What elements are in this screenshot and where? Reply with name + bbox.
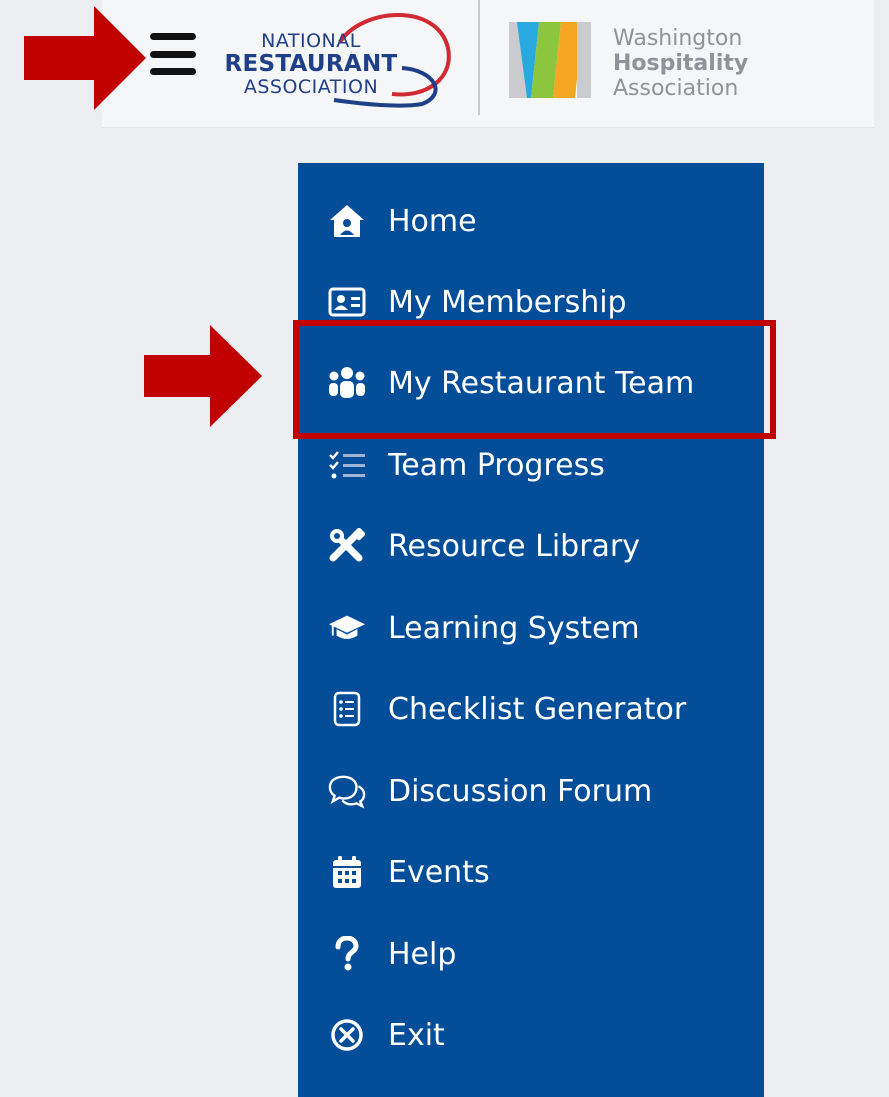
menu-item-my-restaurant-team[interactable]: My Restaurant Team [298, 351, 764, 415]
graduation-cap-icon [328, 609, 366, 647]
nra-logo-line3: ASSOCIATION [243, 76, 379, 98]
menu-item-help[interactable]: Help [298, 922, 764, 986]
logo-divider [478, 0, 480, 115]
menu-item-resource-library[interactable]: Resource Library [298, 514, 764, 578]
menu-item-label: Exit [388, 1017, 445, 1053]
menu-item-label: Discussion Forum [388, 773, 653, 809]
menu-item-checklist-generator[interactable]: Checklist Generator [298, 677, 764, 741]
team-icon [328, 364, 366, 402]
navigation-menu: Home My Membership My Restaurant Team Te… [298, 163, 764, 1097]
id-card-icon [328, 283, 366, 321]
question-icon [328, 935, 366, 973]
menu-item-label: Resource Library [388, 528, 641, 564]
menu-item-exit[interactable]: Exit [298, 1003, 764, 1067]
wha-logo-line2: Hospitality [613, 51, 749, 76]
tasks-list-icon [328, 446, 366, 484]
nra-logo-line1: NATIONAL [261, 30, 361, 52]
close-circle-icon [328, 1016, 366, 1054]
nra-logo-line2: RESTAURANT [224, 51, 398, 77]
menu-item-label: Team Progress [388, 447, 605, 483]
annotation-arrow-icon [24, 6, 146, 110]
top-header [102, 0, 874, 128]
menu-item-my-membership[interactable]: My Membership [298, 270, 764, 334]
wha-logo-line3: Association [613, 76, 739, 101]
menu-item-label: Home [388, 203, 477, 239]
wha-logo-text: Washington Hospitality Association [613, 26, 748, 101]
menu-item-learning-system[interactable]: Learning System [298, 596, 764, 660]
menu-item-label: Events [388, 854, 490, 890]
menu-item-label: Learning System [388, 610, 640, 646]
menu-item-discussion-forum[interactable]: Discussion Forum [298, 759, 764, 823]
hamburger-menu-icon[interactable] [150, 33, 196, 75]
menu-item-label: Help [388, 936, 457, 972]
annotation-arrow-icon [144, 325, 262, 427]
nra-logo: NATIONAL RESTAURANT ASSOCIATION [222, 8, 458, 112]
checklist-icon [328, 690, 366, 728]
tools-icon [328, 527, 366, 565]
menu-item-label: My Restaurant Team [388, 365, 695, 401]
wha-logo-mark-icon [509, 22, 591, 98]
menu-item-label: Checklist Generator [388, 691, 687, 727]
chat-bubbles-icon [328, 772, 366, 810]
menu-item-label: My Membership [388, 284, 627, 320]
wha-logo-line1: Washington [613, 26, 743, 51]
menu-item-events[interactable]: Events [298, 840, 764, 904]
menu-item-home[interactable]: Home [298, 189, 764, 253]
menu-item-team-progress[interactable]: Team Progress [298, 433, 764, 497]
calendar-icon [328, 853, 366, 891]
home-icon [328, 202, 366, 240]
